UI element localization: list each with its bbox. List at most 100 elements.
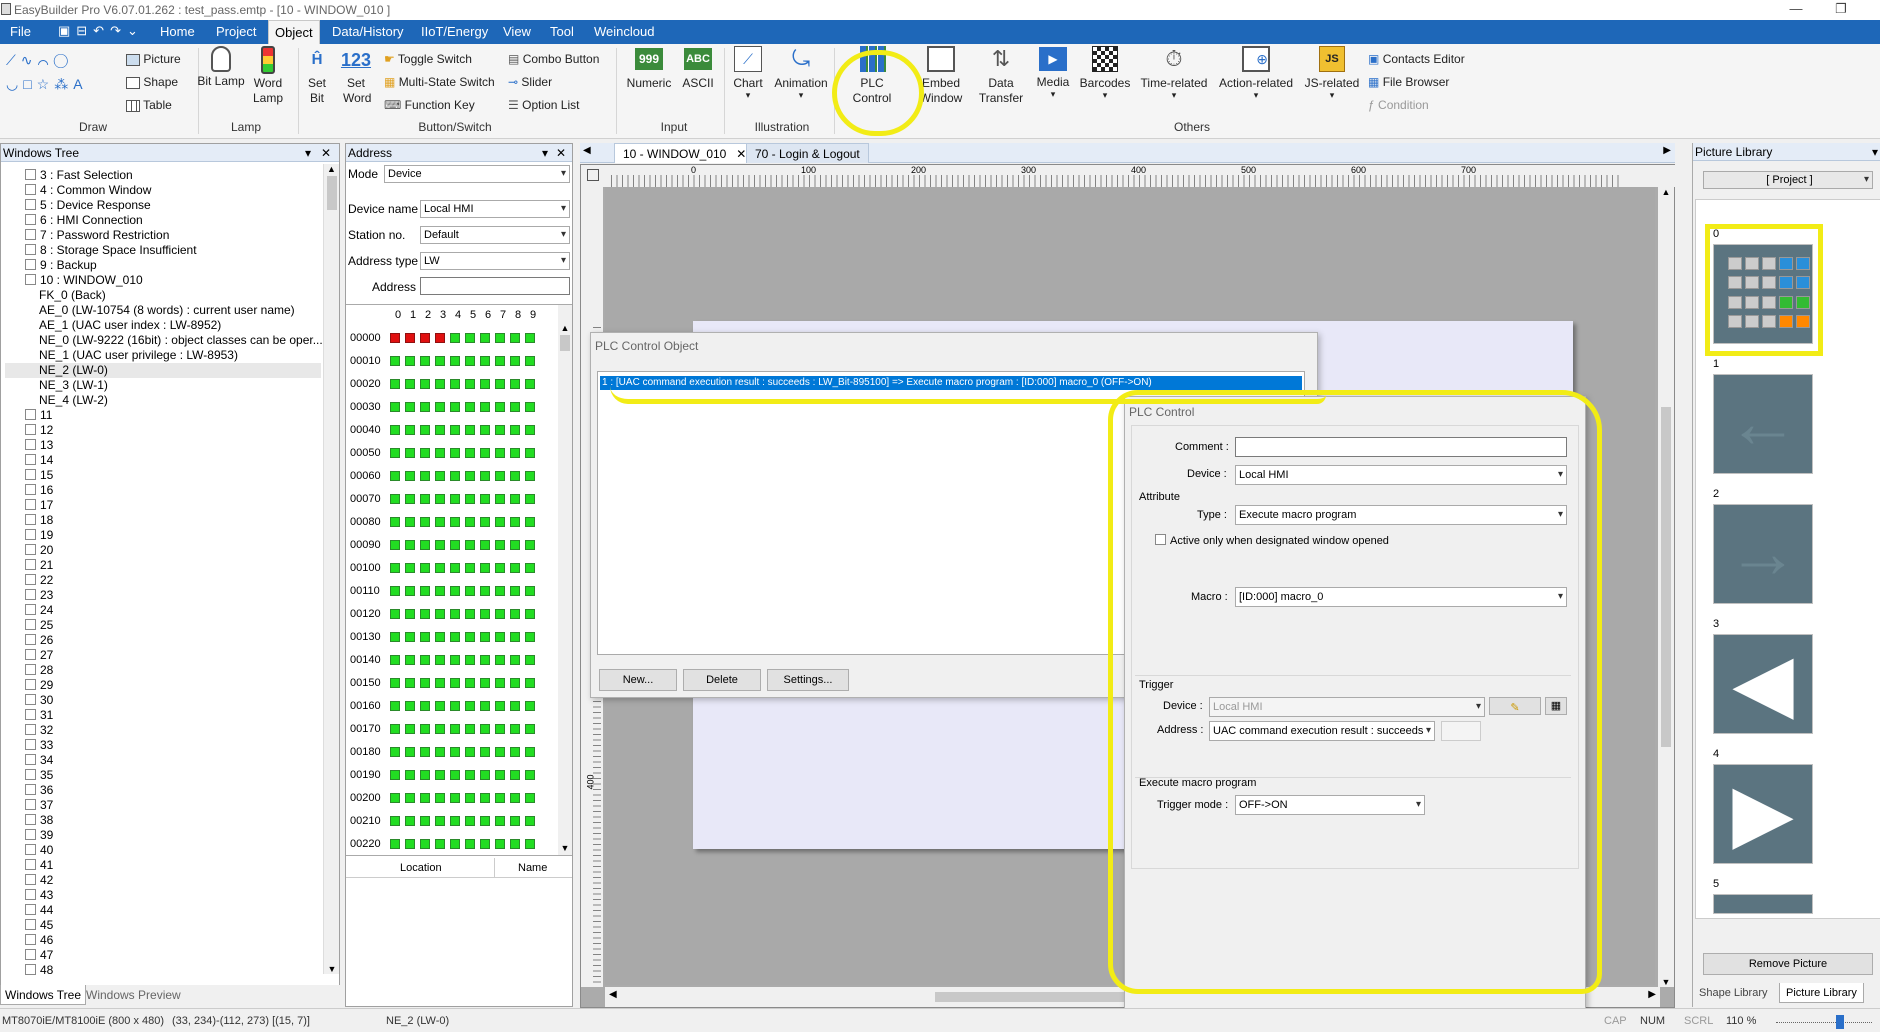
register-bit-cell[interactable] — [405, 471, 415, 482]
register-bit-cell[interactable] — [525, 333, 535, 344]
quick-access-icons[interactable]: ▣⊟↶↷⌄ — [58, 23, 144, 39]
close-icon[interactable]: ✕ — [321, 144, 331, 162]
tree-item[interactable]: 22 — [5, 573, 321, 588]
window-checkbox[interactable] — [25, 199, 36, 210]
register-bit-cell[interactable] — [525, 563, 535, 574]
tree-item[interactable]: 23 — [5, 588, 321, 603]
register-bit-cell[interactable] — [495, 540, 505, 551]
window-checkbox[interactable] — [25, 589, 36, 600]
register-bit-cell[interactable] — [435, 356, 445, 367]
window-checkbox[interactable] — [25, 244, 36, 255]
window-checkbox[interactable] — [25, 544, 36, 555]
register-bit-cell[interactable] — [420, 816, 430, 827]
register-bit-cell[interactable] — [435, 839, 445, 850]
register-bit-cell[interactable] — [450, 724, 460, 735]
register-bit-cell[interactable] — [420, 678, 430, 689]
register-bit-cell[interactable] — [390, 839, 400, 850]
register-bit-cell[interactable] — [420, 586, 430, 597]
window-checkbox[interactable] — [25, 934, 36, 945]
tree-item[interactable]: NE_4 (LW-2) — [5, 393, 321, 408]
register-bit-cell[interactable] — [495, 609, 505, 620]
register-bit-cell[interactable] — [450, 747, 460, 758]
register-bit-cell[interactable] — [390, 563, 400, 574]
tree-item[interactable]: 37 — [5, 798, 321, 813]
tree-item[interactable]: 13 — [5, 438, 321, 453]
register-bit-cell[interactable] — [435, 724, 445, 735]
tree-item[interactable]: 4 : Common Window — [5, 183, 321, 198]
register-bit-cell[interactable] — [405, 655, 415, 666]
zoom-slider[interactable] — [1776, 1015, 1872, 1029]
register-bit-cell[interactable] — [510, 379, 520, 390]
window-checkbox[interactable] — [25, 499, 36, 510]
register-bit-cell[interactable] — [495, 632, 505, 643]
register-bit-cell[interactable] — [390, 333, 400, 344]
register-bit-cell[interactable] — [420, 655, 430, 666]
close-icon[interactable]: ✕ — [736, 144, 746, 164]
register-bit-cell[interactable] — [450, 632, 460, 643]
register-bit-cell[interactable] — [435, 333, 445, 344]
window-checkbox[interactable] — [25, 799, 36, 810]
window-checkbox[interactable] — [25, 919, 36, 930]
window-checkbox[interactable] — [25, 724, 36, 735]
window-checkbox[interactable] — [25, 469, 36, 480]
tree-item[interactable]: 18 — [5, 513, 321, 528]
tree-item[interactable]: AE_0 (LW-10754 (8 words) : current user … — [5, 303, 321, 318]
remove-picture-button[interactable]: Remove Picture — [1703, 953, 1873, 975]
register-bit-cell[interactable] — [525, 793, 535, 804]
register-bit-cell[interactable] — [390, 724, 400, 735]
tab-picture-library[interactable]: Picture Library — [1779, 983, 1864, 1003]
register-bit-cell[interactable] — [465, 747, 475, 758]
register-bit-cell[interactable] — [390, 379, 400, 390]
menu-data-history[interactable]: Data/History — [332, 20, 404, 44]
register-bit-cell[interactable] — [510, 356, 520, 367]
register-bit-cell[interactable] — [420, 701, 430, 712]
line-tools-icon[interactable]: ⟋∿⌒◯ — [6, 52, 73, 69]
register-bit-cell[interactable] — [405, 425, 415, 436]
window-checkbox[interactable] — [25, 904, 36, 915]
window-checkbox[interactable] — [25, 679, 36, 690]
register-bit-cell[interactable] — [435, 632, 445, 643]
register-bit-cell[interactable] — [435, 609, 445, 620]
window-checkbox[interactable] — [25, 874, 36, 885]
register-bit-cell[interactable] — [465, 494, 475, 505]
register-bit-cell[interactable] — [405, 563, 415, 574]
register-bit-cell[interactable] — [405, 701, 415, 712]
register-bit-cell[interactable] — [525, 724, 535, 735]
window-checkbox[interactable] — [25, 409, 36, 420]
register-bit-cell[interactable] — [405, 540, 415, 551]
numeric-button[interactable]: 999 Numeric — [624, 46, 674, 91]
scroll-thumb[interactable] — [560, 335, 570, 351]
window-checkbox[interactable] — [25, 739, 36, 750]
window-checkbox[interactable] — [25, 514, 36, 525]
tree-item[interactable]: 24 — [5, 603, 321, 618]
register-bit-cell[interactable] — [465, 586, 475, 597]
address-input[interactable] — [420, 277, 570, 295]
window-checkbox[interactable] — [25, 649, 36, 660]
menu-home[interactable]: Home — [160, 20, 195, 44]
tree-item[interactable]: 14 — [5, 453, 321, 468]
register-bit-cell[interactable] — [525, 678, 535, 689]
register-bit-cell[interactable] — [465, 379, 475, 390]
tree-item[interactable]: 31 — [5, 708, 321, 723]
tree-item[interactable]: 40 — [5, 843, 321, 858]
tree-item[interactable]: 19 — [5, 528, 321, 543]
register-bit-cell[interactable] — [390, 793, 400, 804]
register-bit-cell[interactable] — [465, 701, 475, 712]
register-bit-cell[interactable] — [510, 632, 520, 643]
register-bit-cell[interactable] — [390, 494, 400, 505]
register-bit-cell[interactable] — [390, 402, 400, 413]
window-checkbox[interactable] — [25, 484, 36, 495]
register-bit-cell[interactable] — [435, 448, 445, 459]
contacts-editor-button[interactable]: ▣ Contacts Editor — [1368, 52, 1465, 67]
register-bit-cell[interactable] — [435, 701, 445, 712]
animation-button[interactable]: ⤿ Animation ▾ — [772, 46, 830, 100]
register-bit-cell[interactable] — [405, 678, 415, 689]
register-bit-cell[interactable] — [420, 517, 430, 528]
register-bit-cell[interactable] — [480, 448, 490, 459]
register-bit-cell[interactable] — [525, 448, 535, 459]
table-button[interactable]: Table — [126, 98, 172, 113]
tree-item[interactable]: 9 : Backup — [5, 258, 321, 273]
register-bit-cell[interactable] — [480, 402, 490, 413]
register-bit-cell[interactable] — [390, 609, 400, 620]
pin-dropdown-icon[interactable]: ▾ — [542, 144, 548, 162]
